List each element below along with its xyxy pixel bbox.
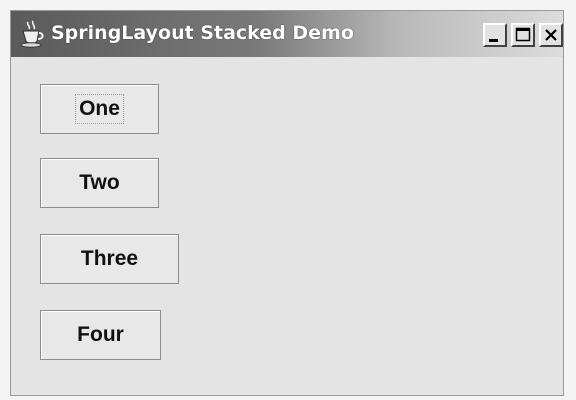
close-icon: [545, 29, 557, 41]
minimize-button[interactable]: [483, 23, 507, 47]
button-one[interactable]: One: [40, 84, 159, 134]
button-two[interactable]: Two: [40, 158, 159, 208]
button-four[interactable]: Four: [40, 310, 161, 360]
title-bar[interactable]: SpringLayout Stacked Demo: [11, 11, 563, 57]
button-three-label: Three: [80, 247, 139, 270]
minimize-icon: [489, 39, 498, 42]
maximize-icon: [515, 27, 531, 42]
window-title: SpringLayout Stacked Demo: [51, 22, 354, 44]
button-four-label: Four: [77, 323, 124, 346]
button-one-label: One: [75, 94, 124, 124]
maximize-button[interactable]: [511, 23, 535, 47]
app-window: SpringLayout Stacked Demo One Two Three: [10, 10, 564, 396]
java-cup-icon[interactable]: [19, 20, 45, 48]
content-pane: One Two Three Four: [11, 57, 563, 395]
close-button[interactable]: [539, 23, 563, 47]
button-two-label: Two: [79, 171, 120, 194]
button-three[interactable]: Three: [40, 234, 179, 284]
